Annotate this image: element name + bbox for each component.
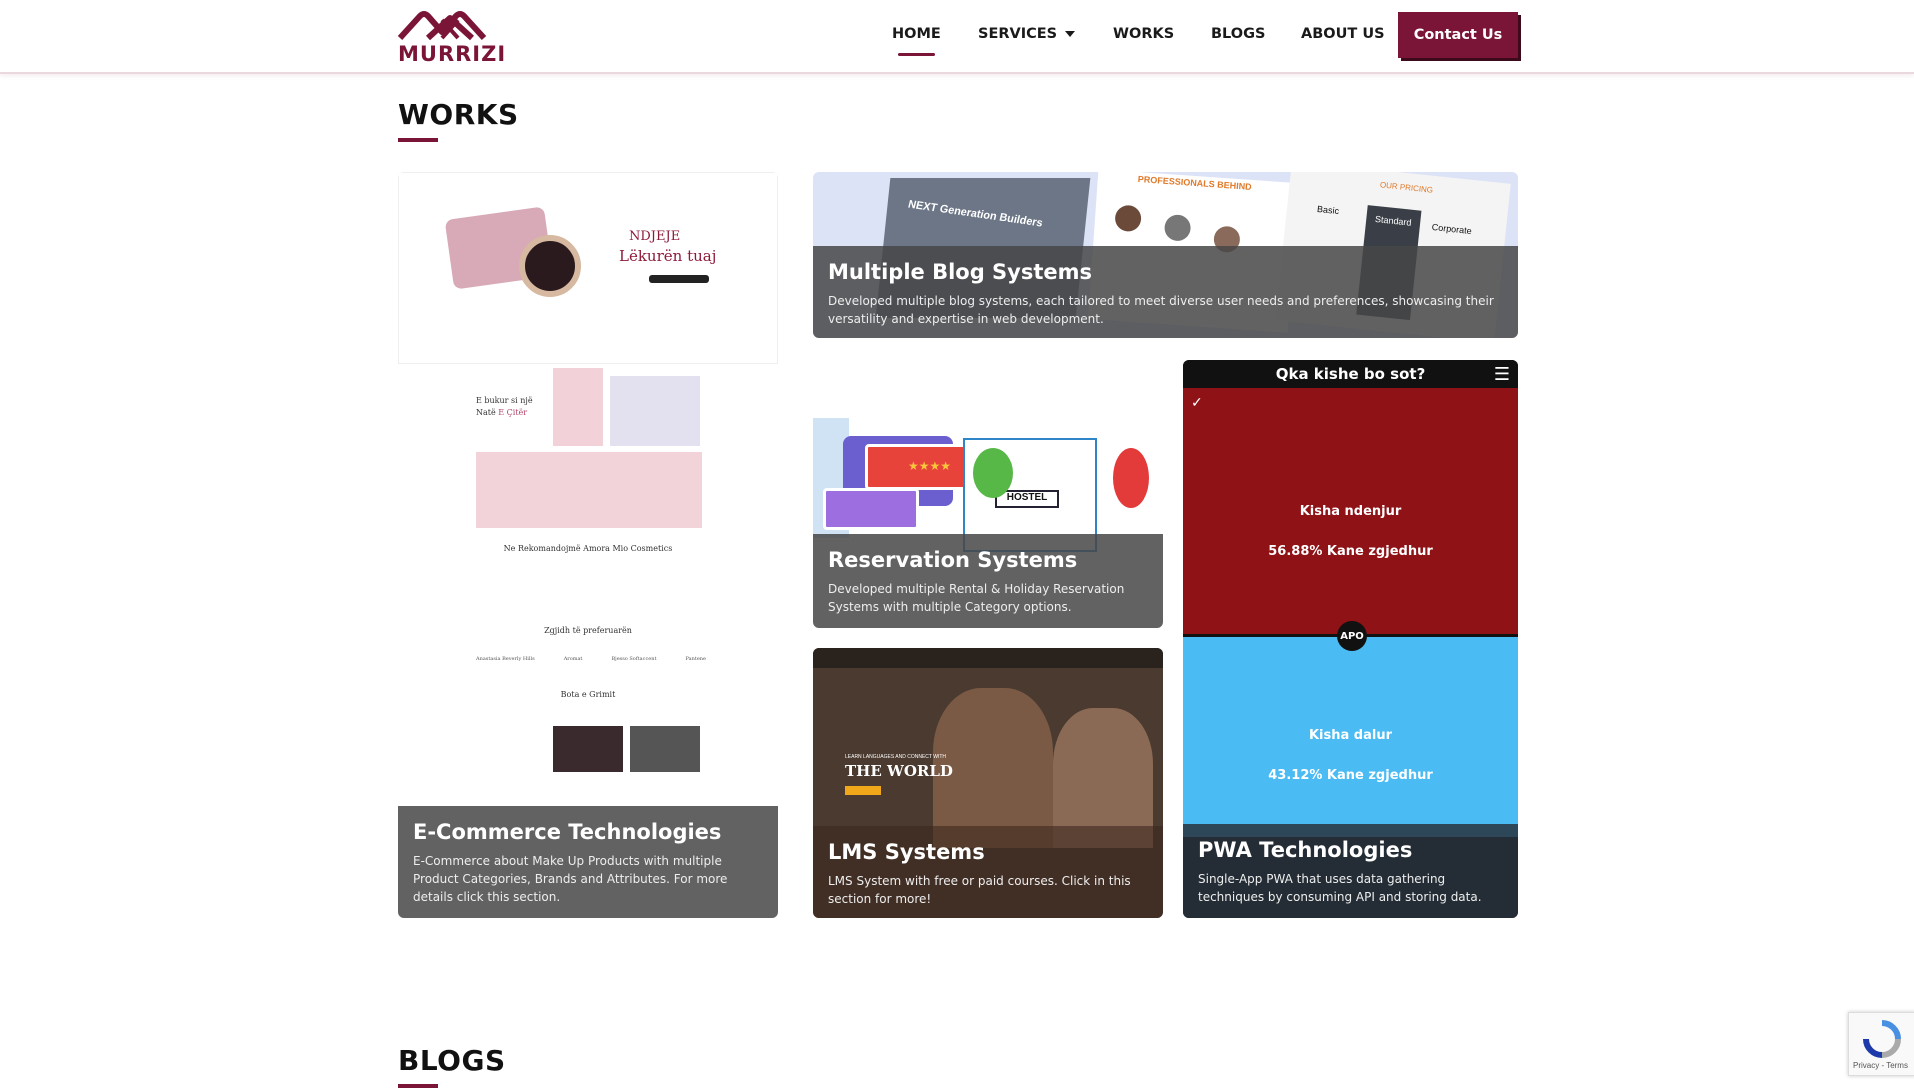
choose-text: Zgjidh të preferuarën: [544, 626, 632, 635]
lms-systems-card[interactable]: LEARN LANGUAGES AND CONNECT WITH THE WOR…: [813, 648, 1163, 918]
card-title: E-Commerce Technologies: [413, 820, 722, 844]
avatar: [1163, 213, 1192, 242]
illustration-shape: [1113, 448, 1149, 508]
lms-overlay: LMS Systems LMS System with free or paid…: [813, 826, 1163, 918]
card-title: Reservation Systems: [828, 548, 1078, 572]
stars-icon: ★★★★: [908, 459, 952, 473]
pwa-option1-label: Kisha ndenjur: [1299, 504, 1402, 519]
eyeshadow-photo: [553, 726, 623, 772]
blog-overlay: Multiple Blog Systems Developed multiple…: [813, 246, 1518, 338]
compact-image: [519, 235, 581, 297]
check-icon: ✓: [1191, 394, 1203, 410]
pwa-bar-title: Qka kishe bo sot?: [1275, 365, 1426, 383]
logo-mark-icon: [398, 11, 487, 41]
card-description: Developed multiple blog systems, each ta…: [828, 294, 1494, 326]
contact-us-button[interactable]: Contact Us: [1398, 12, 1518, 58]
blog-banner-text: NEXT Generation Builders: [906, 198, 1044, 230]
promo-line2-text: Natë: [476, 408, 496, 417]
chevron-down-icon: [1065, 31, 1076, 37]
pwa-option-red: ✓ Kisha ndenjur 56.88% Kane zgjedhur: [1183, 388, 1518, 634]
pwa-option-blue: Kisha dalur 43.12% Kane zgjedhur: [1183, 637, 1518, 837]
brand-list: Anastasia Beverly Hills Aromat Bjesso So…: [476, 656, 706, 662]
brand-item: Aromat: [563, 656, 583, 662]
recaptcha-badge[interactable]: Privacy - Terms: [1848, 1012, 1914, 1076]
avatar: [1114, 204, 1142, 233]
card-description: E-Commerce about Make Up Products with m…: [413, 854, 728, 904]
ecommerce-hero-preview: NDJEJE Lëkurën tuaj: [398, 172, 778, 364]
nav-services-label: SERVICES: [978, 26, 1058, 42]
illustration-small-card: [823, 488, 919, 530]
murrizi-logo[interactable]: MURRIZI: [398, 8, 505, 66]
blogs-heading: BLOGS: [398, 1044, 506, 1088]
promo-line2: Natë E Çitër: [476, 408, 527, 417]
product-photo-1: [553, 368, 603, 446]
card-description: LMS System with free or paid courses. Cl…: [828, 874, 1131, 906]
works-heading: WORKS: [398, 98, 519, 142]
product-banner: [476, 452, 702, 528]
pwa-app-bar: Qka kishe bo sot? ☰: [1183, 360, 1518, 388]
illustration-rating-card: ★★★★: [865, 444, 969, 490]
title-underline: [398, 1084, 438, 1088]
brand-item: Bjesso Softaccent: [611, 656, 657, 662]
works-title: WORKS: [398, 98, 519, 131]
lms-preview-navbar: [813, 648, 1163, 668]
hero-big-text: Lëkurën tuaj: [619, 247, 717, 265]
logo-text: MURRIZI: [398, 42, 507, 66]
site-header: MURRIZI HOME SERVICES WORKS BLOGS ABOUT …: [0, 0, 1914, 74]
card-description: Developed multiple Rental & Holiday Rese…: [828, 582, 1125, 614]
recaptcha-links[interactable]: Privacy - Terms: [1853, 1061, 1908, 1070]
illustration-tree: [973, 448, 1013, 498]
nav-services[interactable]: SERVICES: [978, 26, 1076, 42]
pricing-title: OUR PRICING: [1379, 180, 1434, 195]
menu-icon: ☰: [1493, 364, 1510, 385]
reservation-overlay: Reservation Systems Developed multiple R…: [813, 534, 1163, 628]
card-description: Single-App PWA that uses data gathering …: [1198, 872, 1482, 904]
brushes-photo: [630, 726, 700, 772]
card-title: PWA Technologies: [1198, 838, 1413, 862]
nav-blogs[interactable]: BLOGS: [1211, 26, 1265, 42]
nav-home[interactable]: HOME: [892, 26, 941, 56]
lms-apply-button: [845, 786, 881, 795]
ecommerce-card[interactable]: NDJEJE Lëkurën tuaj E bukur si një Natë …: [398, 172, 778, 918]
nav-about-us[interactable]: ABOUT US: [1301, 26, 1385, 42]
lms-headline: THE WORLD: [845, 762, 953, 780]
blogs-title: BLOGS: [398, 1044, 506, 1077]
pwa-option2-percent: 43.12% Kane zgjedhur: [1268, 768, 1433, 783]
nav-works[interactable]: WORKS: [1113, 26, 1174, 42]
pwa-technologies-card[interactable]: Qka kishe bo sot? ☰ ✓ Kisha ndenjur 56.8…: [1183, 360, 1518, 918]
world-text: Bota e Grimit: [560, 690, 616, 699]
pwa-option1-percent: 56.88% Kane zgjedhur: [1268, 544, 1433, 559]
promo-line1: E bukur si një: [476, 396, 533, 405]
pwa-vs-badge: APO: [1337, 621, 1367, 651]
pwa-option2-label: Kisha dalur: [1308, 728, 1393, 743]
card-title: LMS Systems: [828, 840, 985, 864]
product-photo-2: [610, 376, 700, 446]
recaptcha-icon: [1863, 1020, 1901, 1058]
card-title: Multiple Blog Systems: [828, 260, 1093, 284]
hero-small-text: NDJEJE: [629, 229, 681, 244]
team-title: PROFESSIONALS BEHIND: [1137, 173, 1252, 192]
brand-item: Pantene: [685, 656, 706, 662]
lms-tagline: LEARN LANGUAGES AND CONNECT WITH: [845, 754, 947, 760]
title-underline: [398, 138, 438, 142]
plan-basic: Basic: [1316, 203, 1340, 217]
blog-systems-card[interactable]: NEXT Generation Builders PROFESSIONALS B…: [813, 172, 1518, 338]
recommend-text: Ne Rekomandojmë Amora Mio Cosmetics: [503, 544, 673, 553]
plan-corporate: Corporate: [1431, 221, 1473, 237]
reservation-systems-card[interactable]: ★★★★ HOSTEL Reservation Systems Develope…: [813, 378, 1163, 628]
hero-button: [649, 275, 709, 283]
ecommerce-overlay: E-Commerce Technologies E-Commerce about…: [398, 806, 778, 918]
brand-item: Anastasia Beverly Hills: [476, 656, 535, 662]
promo-line2-accent: E Çitër: [498, 408, 528, 417]
pwa-overlay: PWA Technologies Single-App PWA that use…: [1183, 824, 1518, 918]
